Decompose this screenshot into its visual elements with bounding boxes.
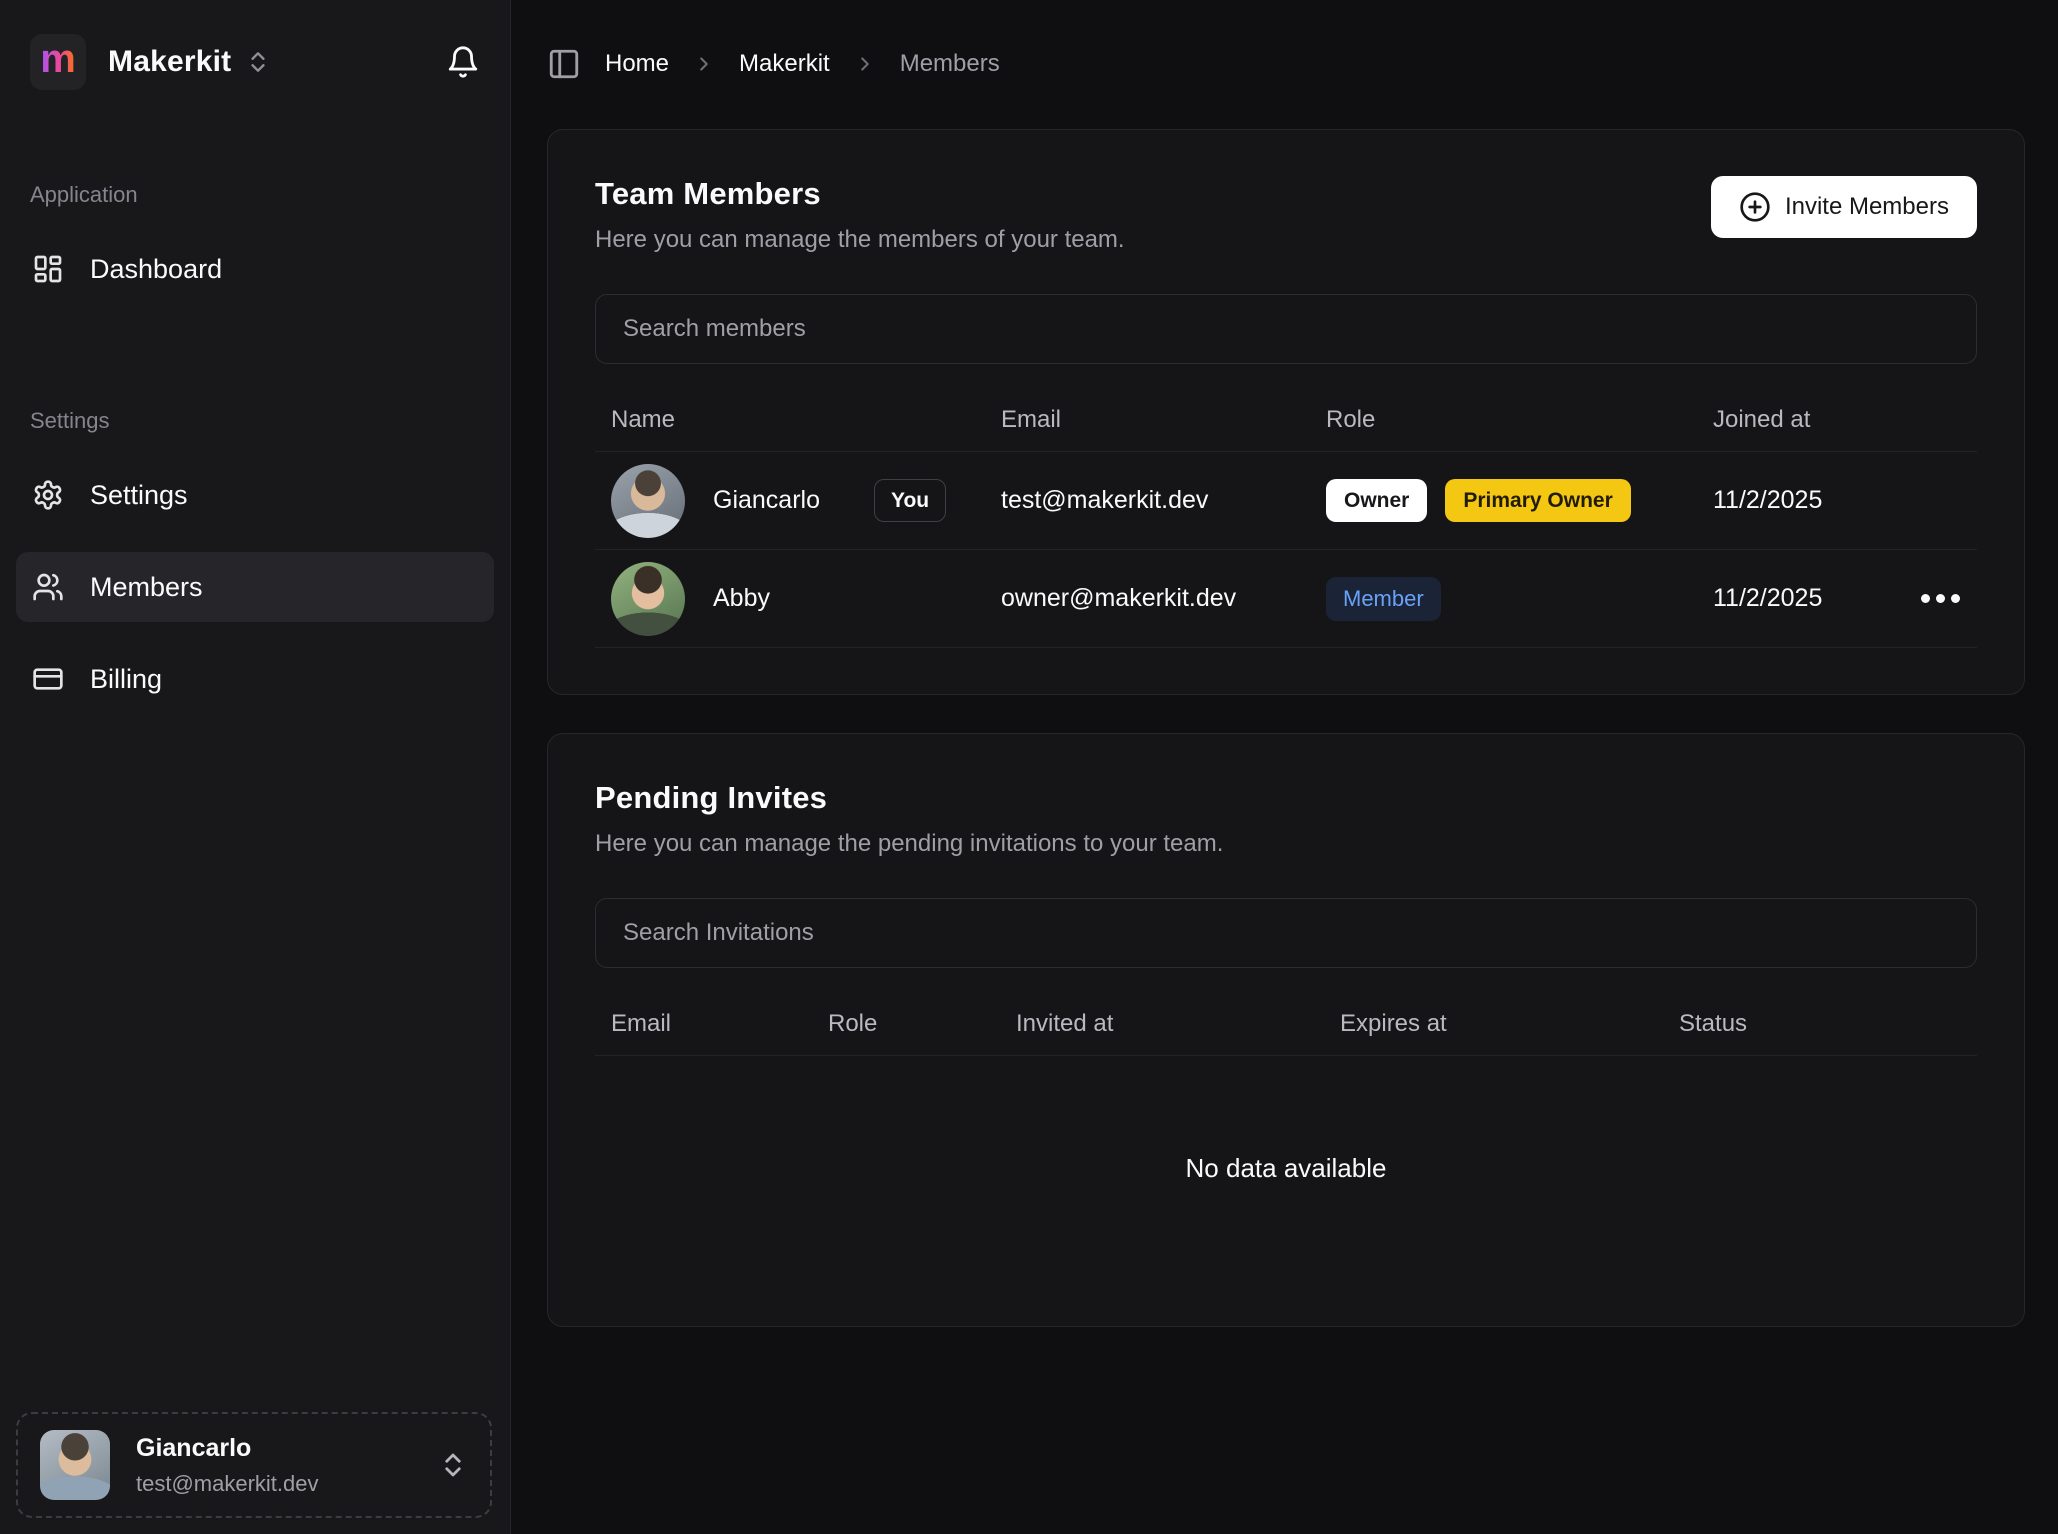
col-email: Email — [595, 1010, 812, 1038]
gear-icon — [32, 479, 64, 511]
col-invited-at: Invited at — [1000, 1010, 1324, 1038]
role-badge-member: Member — [1326, 577, 1441, 621]
table-row: Giancarlo You test@makerkit.dev Owner Pr… — [595, 452, 1977, 550]
pending-invites-card: Pending Invites Here you can manage the … — [547, 733, 2025, 1327]
row-actions-ellipsis-icon[interactable] — [1913, 586, 1968, 611]
chevron-right-icon — [854, 53, 876, 75]
team-members-subtitle: Here you can manage the members of your … — [595, 226, 1125, 254]
members-table-header: Name Email Role Joined at — [595, 388, 1977, 452]
avatar — [40, 1430, 110, 1500]
invites-table: Email Role Invited at Expires at Status … — [595, 992, 1977, 1280]
breadcrumb-members: Members — [900, 50, 1000, 78]
col-status: Status — [1663, 1010, 1977, 1038]
chevrons-up-down-icon — [438, 1450, 468, 1480]
role-badge-owner: Owner — [1326, 479, 1427, 522]
sidebar-item-label: Members — [90, 572, 203, 603]
members-table: Name Email Role Joined at Giancarlo You … — [595, 388, 1977, 648]
table-row: Abby owner@makerkit.dev Member 11/2/2025 — [595, 550, 1977, 648]
main-content: Home Makerkit Members Team Members Here … — [511, 0, 2058, 1534]
team-members-title: Team Members — [595, 176, 1125, 212]
breadcrumb-makerkit[interactable]: Makerkit — [739, 50, 830, 78]
member-name: Abby — [713, 584, 770, 613]
invites-table-header: Email Role Invited at Expires at Status — [595, 992, 1977, 1056]
pending-invites-subtitle: Here you can manage the pending invitati… — [595, 830, 1223, 858]
member-email: test@makerkit.dev — [1001, 486, 1208, 515]
sidebar-item-dashboard[interactable]: Dashboard — [16, 234, 494, 304]
col-role: Role — [1310, 406, 1697, 434]
joined-date: 11/2/2025 — [1713, 486, 1822, 515]
panel-left-icon[interactable] — [547, 47, 581, 81]
workspace-selector[interactable]: m Makerkit — [16, 30, 494, 94]
avatar — [611, 464, 685, 538]
sidebar-item-billing[interactable]: Billing — [16, 644, 494, 714]
chevrons-up-down-icon[interactable] — [245, 49, 271, 75]
member-email: owner@makerkit.dev — [1001, 584, 1236, 613]
sidebar: m Makerkit Application Dashboard Setting… — [0, 0, 511, 1534]
col-email: Email — [985, 406, 1310, 434]
col-expires-at: Expires at — [1324, 1010, 1663, 1038]
credit-card-icon — [32, 663, 64, 695]
sidebar-item-label: Settings — [90, 480, 188, 511]
you-badge: You — [874, 479, 946, 522]
joined-date: 11/2/2025 — [1713, 584, 1822, 613]
sidebar-item-members[interactable]: Members — [16, 552, 494, 622]
empty-state-message: No data available — [595, 1056, 1977, 1280]
search-members-input[interactable] — [595, 294, 1977, 364]
nav-section-settings: Settings — [30, 408, 480, 434]
app-logo: m — [30, 34, 86, 90]
col-name: Name — [595, 406, 985, 434]
invite-members-label: Invite Members — [1785, 193, 1949, 221]
workspace-name: Makerkit — [108, 45, 231, 79]
col-role: Role — [812, 1010, 1000, 1038]
sidebar-item-label: Billing — [90, 664, 162, 695]
layout-dashboard-icon — [32, 253, 64, 285]
circle-plus-icon — [1739, 191, 1771, 223]
account-name: Giancarlo — [136, 1434, 319, 1463]
logo-m-icon: m — [40, 39, 76, 79]
users-icon — [32, 571, 64, 603]
avatar — [611, 562, 685, 636]
member-name: Giancarlo — [713, 486, 820, 515]
role-badge-primary-owner: Primary Owner — [1445, 479, 1630, 522]
nav-section-application: Application — [30, 182, 480, 208]
bell-icon[interactable] — [446, 45, 480, 79]
pending-invites-title: Pending Invites — [595, 780, 1223, 816]
breadcrumb-home[interactable]: Home — [605, 50, 669, 78]
chevron-right-icon — [693, 53, 715, 75]
account-menu-trigger[interactable]: Giancarlo test@makerkit.dev — [16, 1412, 492, 1518]
invite-members-button[interactable]: Invite Members — [1711, 176, 1977, 238]
col-joined-at: Joined at — [1697, 406, 1897, 434]
account-email: test@makerkit.dev — [136, 1471, 319, 1497]
breadcrumb: Home Makerkit Members — [547, 40, 2025, 88]
search-invitations-input[interactable] — [595, 898, 1977, 968]
sidebar-item-settings[interactable]: Settings — [16, 460, 494, 530]
team-members-card: Team Members Here you can manage the mem… — [547, 129, 2025, 695]
sidebar-item-label: Dashboard — [90, 254, 222, 285]
